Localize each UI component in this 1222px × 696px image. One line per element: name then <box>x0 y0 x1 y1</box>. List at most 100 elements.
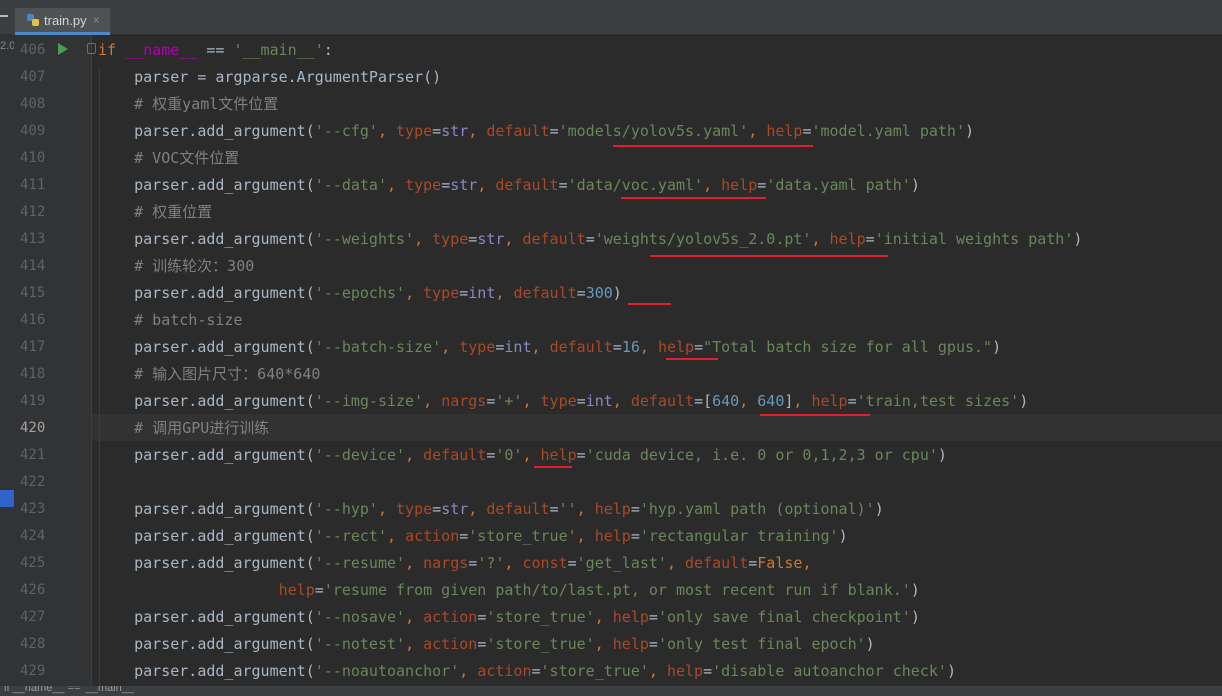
call: parser.add_argument( <box>134 527 315 545</box>
operator: = <box>694 392 704 410</box>
code-line-429[interactable]: parser.add_argument('--noautoanchor', ac… <box>98 658 956 685</box>
code-line-409[interactable]: parser.add_argument('--cfg', type=str, d… <box>98 118 974 145</box>
run-icon[interactable] <box>58 43 68 55</box>
string: 'cuda device, i.e. 0 or 0,1,2,3 or cpu' <box>585 446 938 464</box>
string: 'resume from given path/to/last.pt, or m… <box>323 581 911 599</box>
param: const <box>522 554 568 572</box>
code-line-420[interactable]: # 调用GPU进行训练 <box>98 415 269 442</box>
operator: = <box>468 230 478 248</box>
line-number: 410 <box>20 150 46 166</box>
code-line-427[interactable]: parser.add_argument('--nosave', action='… <box>98 604 920 631</box>
param: help <box>811 392 848 410</box>
code-line-416[interactable]: # batch-size <box>98 307 242 334</box>
code-line-411[interactable]: parser.add_argument('--data', type=str, … <box>98 172 920 199</box>
tab-train-py[interactable]: train.py × <box>15 8 110 35</box>
keyword: False <box>757 554 803 572</box>
comma: , <box>594 608 613 626</box>
code-line-418[interactable]: # 输入图片尺寸：640*640 <box>98 361 320 388</box>
code-line-428[interactable]: parser.add_argument('--notest', action='… <box>98 631 875 658</box>
comma: , <box>405 554 424 572</box>
param: nargs <box>423 554 469 572</box>
comma: , <box>703 176 722 194</box>
minimize-icon[interactable] <box>0 15 8 17</box>
code-line-406[interactable]: if __name__ == '__main__': <box>98 37 333 64</box>
left-tool-strip: 2.0 <box>0 35 16 696</box>
close-tab-icon[interactable]: × <box>93 13 100 27</box>
param: action <box>423 635 478 653</box>
string: '__main__' <box>233 41 324 59</box>
string: 'data/voc.yaml' <box>567 176 704 194</box>
string: 'only save final checkpoint' <box>657 608 911 626</box>
param: default <box>630 392 695 410</box>
breadcrumb-bar: if __name__ == '__main__' <box>0 686 1222 696</box>
code-line-410[interactable]: # VOC文件位置 <box>98 145 239 172</box>
comma: , <box>468 122 487 140</box>
comma: , <box>387 527 406 545</box>
line-number: 407 <box>20 69 46 85</box>
param: help <box>666 662 704 680</box>
code-line-421[interactable]: parser.add_argument('--device', default =… <box>98 442 947 469</box>
string: '+' <box>495 392 523 410</box>
punct: ) <box>937 446 947 464</box>
call: parser.add_argument( <box>134 338 315 356</box>
param: action <box>477 662 532 680</box>
code-line-423[interactable]: parser.add_argument('--hyp', type=str, d… <box>98 496 884 523</box>
comment: # 权重位置 <box>134 203 213 221</box>
builtin: int <box>585 392 613 410</box>
string: 'model.yaml path' <box>811 122 965 140</box>
breadcrumb[interactable]: if __name__ == '__main__' <box>4 686 136 694</box>
code-line-413[interactable]: parser.add_argument('--weights', type=st… <box>98 226 1082 253</box>
number: 640 <box>712 392 740 410</box>
selection-marker <box>0 490 14 507</box>
number: 16 <box>621 338 640 356</box>
code-line-415[interactable]: parser.add_argument('--epochs', type=int… <box>98 280 622 307</box>
comma: , <box>576 500 595 518</box>
code-line-407[interactable]: parser = argparse.ArgumentParser() <box>98 64 441 91</box>
comma: , <box>405 284 424 302</box>
comma: , <box>468 500 487 518</box>
string: 'get_last' <box>576 554 667 572</box>
code-line-424[interactable]: parser.add_argument('--rect', action='st… <box>98 523 847 550</box>
code-line-408[interactable]: # 权重yaml文件位置 <box>98 91 278 118</box>
code-line-414[interactable]: # 训练轮次：300 <box>98 253 254 280</box>
string: '--weights' <box>314 230 415 248</box>
number: 300 <box>585 284 613 302</box>
comma: , <box>377 122 397 140</box>
annotation-underline <box>666 358 718 360</box>
string: 'store_true' <box>486 608 595 626</box>
fold-icon[interactable] <box>87 43 96 54</box>
string: '--img-size' <box>314 392 424 410</box>
punct: : <box>323 41 333 59</box>
param: help <box>829 230 866 248</box>
param: action <box>423 608 478 626</box>
code-line-426[interactable]: help='resume from given path/to/last.pt,… <box>98 577 920 604</box>
operator: = <box>865 230 875 248</box>
builtin: str <box>450 176 478 194</box>
string: 'rectangular training' <box>639 527 839 545</box>
param: help <box>278 581 315 599</box>
string: 'weights/yolov5s_2.0.pt' <box>594 230 812 248</box>
operator: = <box>648 608 658 626</box>
comma: , <box>441 338 460 356</box>
annotation-underline <box>628 303 671 305</box>
param: help <box>594 500 631 518</box>
line-number: 426 <box>20 582 46 598</box>
operator: = <box>459 527 469 545</box>
punct: ) <box>874 500 884 518</box>
comma: , <box>522 446 541 464</box>
operator: = <box>576 446 586 464</box>
operator: = <box>468 554 478 572</box>
code-line-419[interactable]: parser.add_argument('--img-size', nargs =… <box>98 388 1028 415</box>
code-line-412[interactable]: # 权重位置 <box>98 199 212 226</box>
operator: = <box>576 284 586 302</box>
code-line-425[interactable]: parser.add_argument('--resume', nargs='?… <box>98 550 811 577</box>
version-label: 2.0 <box>0 40 16 52</box>
line-number-gutter[interactable]: 406 407 408 409 410 411 412 413 414 415 … <box>14 35 92 696</box>
comma: , <box>612 392 631 410</box>
comment: # VOC文件位置 <box>134 149 240 167</box>
comma: , <box>387 176 406 194</box>
param: type <box>459 338 496 356</box>
operator: = <box>432 500 442 518</box>
code-line-417[interactable]: parser.add_argument('--batch-size', type… <box>98 334 1001 361</box>
punct: ) <box>910 176 920 194</box>
